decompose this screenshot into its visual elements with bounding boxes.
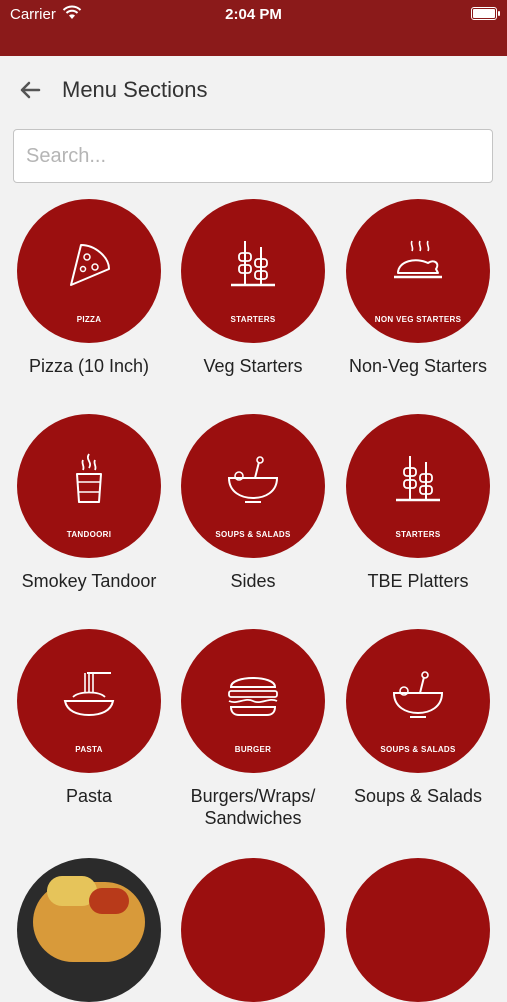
section-item-pasta[interactable]: PASTA Pasta [7, 629, 171, 807]
section-badge: TANDOORI [17, 414, 161, 558]
section-item-smokey-tandoor[interactable]: TANDOORI Smokey Tandoor [7, 414, 171, 592]
section-badge-caption: NON VEG STARTERS [374, 315, 462, 324]
section-badge: BURGER [181, 629, 325, 773]
section-badge: SOUPS & SALADS [346, 629, 490, 773]
section-item-partial[interactable] [336, 858, 500, 1002]
section-item-tbe-platters[interactable]: STARTERS TBE Platters [336, 414, 500, 592]
section-item-photo[interactable] [7, 858, 171, 1002]
section-label: Pasta [65, 786, 113, 806]
section-item-sides[interactable]: SOUPS & SALADS Sides [171, 414, 335, 592]
status-bar: Carrier 2:04 PM [0, 0, 507, 56]
battery-icon [471, 7, 500, 20]
section-badge-caption: STARTERS [230, 315, 276, 324]
bowl-icon [227, 456, 279, 503]
section-badge [346, 858, 490, 1002]
skewers-icon [231, 241, 275, 287]
section-item-partial[interactable] [171, 858, 335, 1002]
search-input[interactable] [13, 129, 493, 183]
page-title: Menu Sections [62, 77, 208, 102]
section-badge-caption: SOUPS & SALADS [215, 530, 291, 539]
section-badge-caption: PASTA [75, 745, 103, 754]
section-label: Soups & Salads [353, 786, 483, 806]
section-badge-caption: TANDOORI [66, 530, 112, 539]
back-arrow-icon[interactable] [14, 74, 46, 106]
status-time: 2:04 PM [225, 6, 282, 23]
section-label: Burgers/Wraps/ Sandwiches [190, 786, 316, 828]
section-label: Pizza (10 Inch) [28, 356, 150, 376]
section-label: Non-Veg Starters [348, 356, 488, 376]
section-label: Sides [230, 571, 276, 591]
section-badge: PIZZA [17, 199, 161, 343]
section-item-soups-salads[interactable]: SOUPS & SALADS Soups & Salads [336, 629, 500, 807]
tandoor-icon [76, 453, 102, 503]
pizza-icon [70, 244, 110, 286]
section-badge-caption: STARTERS [395, 530, 441, 539]
section-label: Veg Starters [203, 356, 303, 376]
food-photo-detail [89, 888, 129, 914]
section-badge: NON VEG STARTERS [346, 199, 490, 343]
pasta-icon [63, 672, 115, 717]
burger-icon [228, 677, 278, 716]
bowl-icon [392, 671, 444, 718]
section-item-burgers[interactable]: BURGER Burgers/Wraps/ Sandwiches [171, 629, 335, 829]
section-label: Smokey Tandoor [21, 571, 157, 591]
section-photo [17, 858, 161, 1002]
section-badge [181, 858, 325, 1002]
section-item-non-veg-starters[interactable]: NON VEG STARTERS Non-Veg Starters [336, 199, 500, 377]
chicken-icon [394, 240, 442, 279]
skewers-icon [396, 456, 440, 502]
section-item-veg-starters[interactable]: STARTERS Veg Starters [171, 199, 335, 377]
section-badge: SOUPS & SALADS [181, 414, 325, 558]
section-item-pizza[interactable]: PIZZA Pizza (10 Inch) [7, 199, 171, 377]
section-label: TBE Platters [367, 571, 469, 591]
section-badge: PASTA [17, 629, 161, 773]
section-badge-caption: SOUPS & SALADS [380, 745, 456, 754]
section-badge-caption: BURGER [234, 745, 272, 754]
app-header: Menu Sections [0, 56, 507, 126]
section-badge-caption: PIZZA [76, 315, 102, 324]
section-badge: STARTERS [346, 414, 490, 558]
section-badge: STARTERS [181, 199, 325, 343]
